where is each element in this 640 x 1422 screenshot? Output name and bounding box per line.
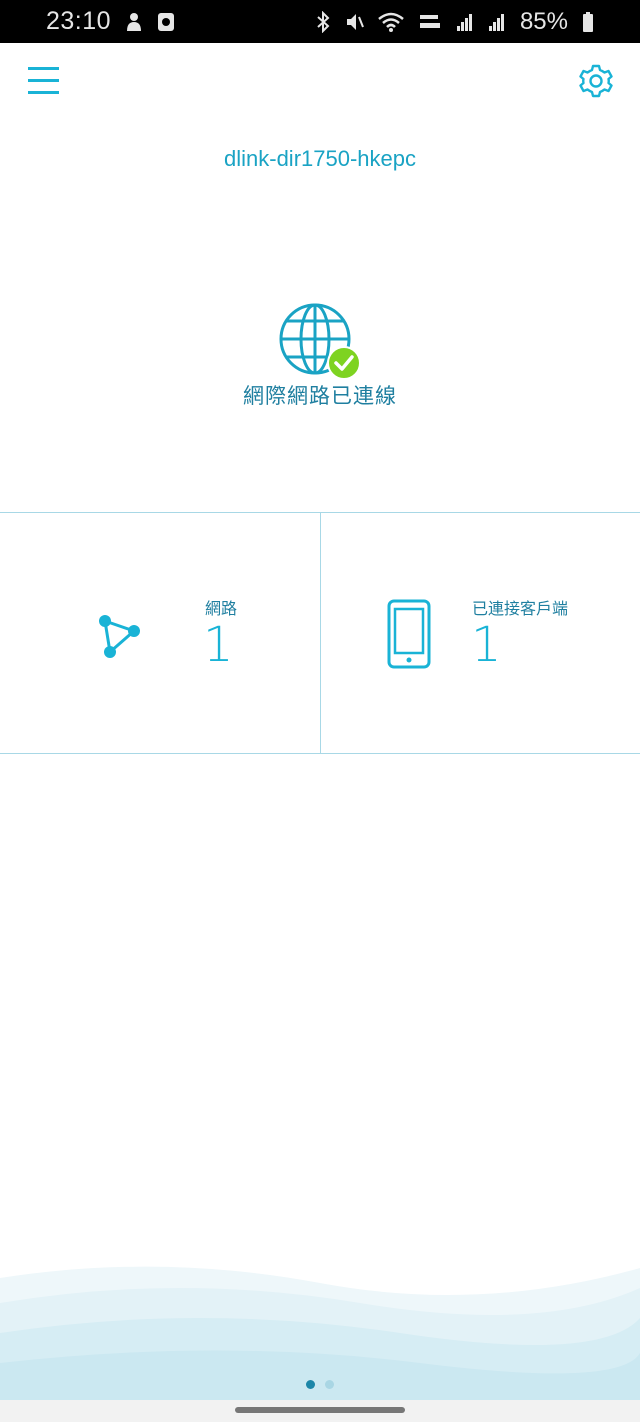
page-dot-2[interactable] — [325, 1380, 334, 1389]
clients-label: 已連接客戶端 — [472, 599, 569, 618]
settings-button[interactable] — [579, 64, 613, 98]
phone-icon — [387, 599, 431, 669]
bluetooth-icon — [316, 10, 330, 33]
status-time: 23:10 — [46, 7, 112, 35]
gear-icon — [579, 64, 613, 98]
clients-card[interactable]: 已連接客戶端 1 — [320, 513, 640, 753]
battery-icon — [582, 11, 594, 33]
status-right: 85% — [316, 8, 594, 36]
page-indicator — [0, 1380, 640, 1389]
signal-icon — [456, 12, 474, 32]
page-dot-1[interactable] — [306, 1380, 315, 1389]
network-count: 1 — [203, 617, 234, 673]
hamburger-menu-icon — [28, 67, 59, 94]
device-name: dlink-dir1750-hkepc — [224, 146, 416, 171]
user-icon — [125, 11, 143, 33]
network-topology-icon — [99, 615, 140, 658]
network-label: 網路 — [205, 599, 238, 618]
clients-count: 1 — [471, 617, 502, 673]
home-gesture-handle[interactable] — [235, 1407, 405, 1413]
wifi-icon — [378, 11, 404, 33]
mute-icon — [344, 11, 364, 33]
internet-status-icon[interactable] — [278, 302, 364, 382]
network-card[interactable]: 網路 1 — [0, 513, 320, 753]
check-icon — [327, 346, 361, 380]
menu-button[interactable] — [28, 66, 60, 96]
notification-icon — [157, 12, 175, 32]
wave-decoration — [0, 1266, 640, 1400]
internet-status-label: 網際網路已連線 — [243, 384, 397, 408]
battery-percent: 85% — [519, 7, 568, 35]
status-bar: 23:10 85% — [0, 0, 640, 43]
signal-roaming-icon — [488, 12, 506, 32]
volte-icon — [418, 11, 442, 33]
status-left: 23:10 — [46, 7, 175, 36]
stats-panel: 網路 1 已連接客戶端 1 — [0, 512, 640, 754]
